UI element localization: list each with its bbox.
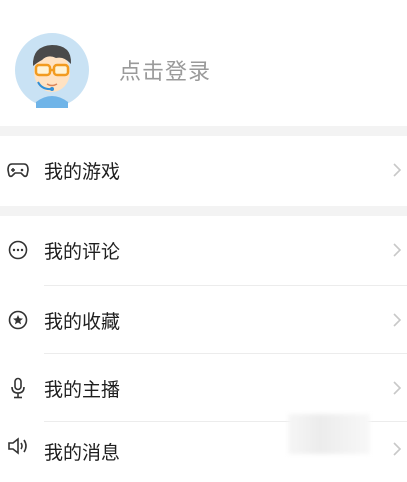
chevron-right-icon (393, 163, 402, 177)
menu-item-comments[interactable]: 我的评论 (0, 216, 407, 284)
section-divider (0, 206, 407, 216)
menu-item-label: 我的评论 (44, 240, 121, 263)
menu-item-streamers[interactable]: 我的主播 (0, 354, 407, 422)
chevron-right-icon (393, 313, 402, 327)
microphone-icon (7, 377, 29, 399)
login-prompt[interactable]: 点击登录 (119, 54, 211, 86)
menu-item-label: 我的消息 (44, 442, 121, 464)
star-circle-icon (7, 309, 29, 331)
comment-icon (7, 239, 29, 261)
menu-item-favorites[interactable]: 我的收藏 (0, 286, 407, 354)
avatar[interactable] (14, 32, 90, 108)
section-divider (0, 126, 407, 136)
menu-item-games[interactable]: 我的游戏 (0, 136, 407, 204)
chevron-right-icon (393, 243, 402, 257)
watermark-overlay (288, 414, 370, 454)
login-header[interactable]: 点击登录 (0, 0, 407, 126)
chevron-right-icon (393, 381, 402, 395)
menu-item-label: 我的主播 (44, 378, 121, 401)
menu-item-label: 我的收藏 (44, 310, 121, 333)
speaker-icon (7, 435, 29, 457)
menu-item-label: 我的游戏 (44, 160, 121, 183)
gamepad-icon (7, 159, 29, 181)
chevron-right-icon (393, 442, 402, 456)
